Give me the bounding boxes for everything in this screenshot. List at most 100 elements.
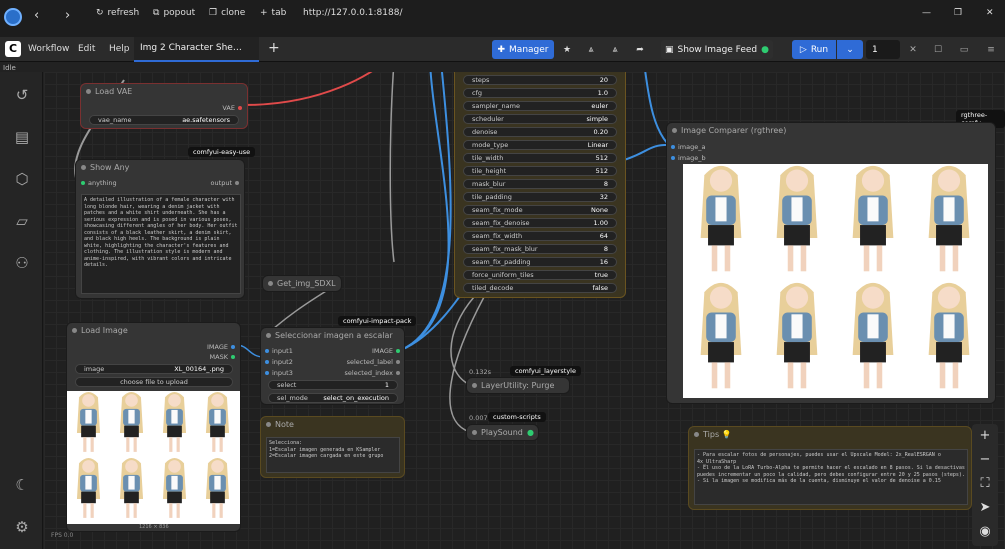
image-out-port[interactable]: IMAGE — [372, 347, 403, 355]
clone-button[interactable]: ❐ clone — [209, 8, 245, 18]
input3-port[interactable]: input3 — [262, 369, 293, 377]
vae-name-widget[interactable]: vae_name ae.safetensors — [89, 115, 239, 125]
image-selector-node[interactable]: Seleccionar imagen a escalar input1 inpu… — [260, 327, 405, 405]
character-figure — [119, 458, 144, 518]
popout-button[interactable]: ⧉ popout — [153, 8, 195, 18]
menu-icon: ≡ — [987, 44, 995, 55]
upscaler-widget-tiled-decode[interactable]: tiled_decode false — [463, 283, 617, 293]
fit-view-button[interactable]: ⛶ — [972, 472, 998, 496]
upscaler-widget-seam-fix-width[interactable]: seam_fix_width 64 — [463, 231, 617, 241]
run-button[interactable]: ▷ Run — [792, 40, 836, 59]
toggle-links-button[interactable]: ◉ — [972, 520, 998, 544]
upscaler-widget-seam-fix-mode[interactable]: seam_fix_mode None — [463, 205, 617, 215]
ultimate-upscale-node[interactable]: steps 20 cfg 1.0 sampler_name euler scheduler s… — [454, 72, 626, 298]
model-button-b[interactable]: ⩓ — [606, 40, 624, 59]
widget-value: false — [592, 284, 608, 292]
playsound-node[interactable]: PlaySound ● — [466, 424, 539, 441]
tips-node[interactable]: Tips 💡 - Para escalar fotos de personaje… — [688, 426, 972, 510]
vae-output[interactable]: VAE — [222, 104, 245, 112]
share-button[interactable]: ➦ — [631, 40, 649, 59]
image-comparer-node[interactable]: Image Comparer (rgthree) image_a image_b — [666, 122, 996, 404]
workflow-tree-icon[interactable]: ⚇ — [13, 254, 31, 272]
cancel-run-button[interactable]: ✕ — [905, 40, 921, 59]
show-any-node[interactable]: Show Any anything output A detailed illu… — [75, 159, 245, 299]
widget-value: 1.00 — [593, 219, 608, 227]
character-figure — [205, 392, 230, 452]
tips-text[interactable]: - Para escalar fotos de personajes, pued… — [694, 449, 968, 505]
selected-index-port[interactable]: selected_index — [345, 369, 403, 377]
select-widget[interactable]: select 1 — [268, 380, 398, 390]
show-any-text[interactable]: A detailed illustration of a female char… — [81, 194, 241, 294]
upscaler-widget-sampler-name[interactable]: sampler_name euler — [463, 101, 617, 111]
upscaler-widget-tile-width[interactable]: tile_width 512 — [463, 153, 617, 163]
forward-button[interactable]: › — [65, 8, 70, 23]
batch-count-input[interactable]: 1 — [866, 40, 900, 59]
upscaler-widget-tile-padding[interactable]: tile_padding 32 — [463, 192, 617, 202]
workflow-tab[interactable]: Img 2 Character She… — [134, 37, 259, 62]
upscaler-widget-seam-fix-mask-blur[interactable]: seam_fix_mask_blur 8 — [463, 244, 617, 254]
graph-canvas[interactable]: Load VAE VAE vae_name ae.safetensors comf… — [44, 72, 1005, 549]
character-figure — [700, 165, 742, 272]
anything-input[interactable]: anything — [78, 179, 117, 187]
refresh-button[interactable]: ↻ refresh — [96, 8, 139, 18]
upscaler-widget-denoise[interactable]: denoise 0.20 — [463, 127, 617, 137]
menu-edit[interactable]: Edit — [78, 44, 95, 54]
node-library-icon[interactable]: ⬡ — [13, 170, 31, 188]
note-node[interactable]: Note Selecciona: 1=Escalar imagen genera… — [260, 416, 405, 478]
image-icon: ▣ — [664, 44, 674, 55]
menu-workflow[interactable]: Workflow — [28, 44, 69, 54]
upscaler-widget-mask-blur[interactable]: mask_blur 8 — [463, 179, 617, 189]
upscaler-widget-scheduler[interactable]: scheduler simple — [463, 114, 617, 124]
image-select-widget[interactable]: image XL_00164_.png — [75, 364, 233, 374]
manager-button[interactable]: ✚ Manager — [492, 40, 554, 59]
address-bar[interactable]: http://127.0.0.1:8188/ — [303, 8, 402, 18]
menu-help[interactable]: Help — [109, 44, 130, 54]
image-output[interactable]: IMAGE — [207, 343, 238, 351]
select-mode-button[interactable]: ➤ — [972, 496, 998, 520]
folder-icon[interactable]: ▱ — [13, 212, 31, 230]
upscaler-widget-tile-height[interactable]: tile_height 512 — [463, 166, 617, 176]
get-img-node[interactable]: Get_img_SDXL — [262, 275, 342, 292]
run-options-button[interactable]: ⌄ — [837, 40, 863, 59]
input2-port[interactable]: input2 — [262, 358, 293, 366]
sel-mode-widget[interactable]: sel_mode select_on_execution — [268, 393, 398, 403]
maximize-button[interactable]: ❐ — [954, 8, 962, 18]
zoom-in-button[interactable]: + — [972, 424, 998, 448]
queue-icon[interactable]: ▤ — [13, 128, 31, 146]
output-port[interactable]: output — [211, 179, 242, 187]
star-button[interactable]: ★ — [558, 40, 576, 59]
upscaler-widget-force-uniform-tiles[interactable]: force_uniform_tiles true — [463, 270, 617, 280]
model-button-a[interactable]: ⩓ — [582, 40, 600, 59]
image-b-input[interactable]: image_b — [668, 154, 706, 162]
hamburger-menu-button[interactable]: ≡ — [983, 40, 999, 59]
image-a-input[interactable]: image_a — [668, 143, 705, 151]
minimize-button[interactable]: — — [922, 8, 931, 18]
load-image-node[interactable]: Load Image IMAGE MASK image XL_00164_.png… — [66, 322, 241, 532]
queue-panel-button[interactable]: ☐ — [930, 40, 946, 59]
upscaler-widget-cfg[interactable]: cfg 1.0 — [463, 88, 617, 98]
mask-output[interactable]: MASK — [210, 353, 238, 361]
note-text[interactable]: Selecciona: 1=Escalar imagen generada en… — [266, 437, 400, 473]
puzzle-icon: ✚ — [497, 44, 506, 55]
purge-node[interactable]: LayerUtility: Purge — [466, 377, 570, 394]
selected-label-port[interactable]: selected_label — [347, 358, 403, 366]
zoom-out-button[interactable]: − — [972, 448, 998, 472]
character-figure — [119, 392, 144, 452]
upload-button[interactable]: choose file to upload — [75, 377, 233, 387]
upscaler-widget-mode-type[interactable]: mode_type Linear — [463, 140, 617, 150]
load-vae-node[interactable]: Load VAE VAE vae_name ae.safetensors — [80, 83, 248, 129]
back-button[interactable]: ‹ — [34, 8, 39, 23]
upscaler-widget-seam-fix-denoise[interactable]: seam_fix_denoise 1.00 — [463, 218, 617, 228]
add-workflow-tab-button[interactable]: + — [268, 40, 280, 56]
upscaler-widget-steps[interactable]: steps 20 — [463, 75, 617, 85]
history-icon[interactable]: ↺ — [13, 86, 31, 104]
bottom-panel-button[interactable]: ▭ — [956, 40, 972, 59]
theme-icon[interactable]: ☾ — [13, 476, 31, 494]
new-tab-button[interactable]: + tab — [260, 8, 286, 18]
settings-icon[interactable]: ⚙ — [13, 518, 31, 536]
close-window-button[interactable]: ✕ — [986, 8, 994, 18]
comparer-preview[interactable] — [683, 164, 988, 398]
image-feed-button[interactable]: ▣ Show Image Feed ● — [661, 40, 773, 59]
upscaler-widget-seam-fix-padding[interactable]: seam_fix_padding 16 — [463, 257, 617, 267]
input1-port[interactable]: input1 — [262, 347, 293, 355]
